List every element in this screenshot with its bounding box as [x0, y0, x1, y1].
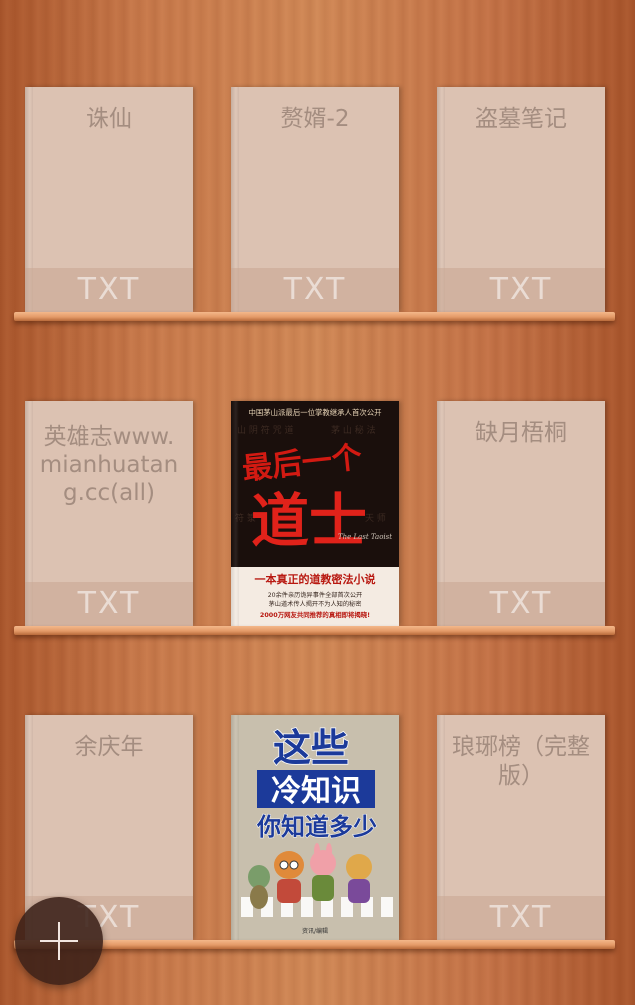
cover-line2: 冷知识	[271, 774, 361, 809]
shelf-board	[14, 312, 615, 321]
book-cover-leng-zhishi[interactable]: 这些 冷知识 你知道多少 资讯/编辑	[231, 715, 399, 940]
book-format-label: TXT	[437, 896, 605, 940]
book-cover-zuihou-yige-daoshi[interactable]: 山 阴 符 咒 道 茅 山 秘 法 符 箓 天 师 中国茅山派最后一位掌教继承人…	[231, 401, 399, 626]
cover-art: 这些 冷知识 你知道多少 资讯/编辑	[231, 715, 399, 940]
book-daomu-biji[interactable]: 盗墓笔记 TXT	[437, 87, 605, 312]
shelf-board	[14, 626, 615, 635]
book-format-label: TXT	[25, 582, 193, 626]
plus-icon	[40, 922, 78, 960]
book-format-label: TXT	[437, 582, 605, 626]
book-title: 缺月梧桐	[475, 420, 567, 446]
cover-banner: 一本真正的道教密法小说	[255, 572, 376, 586]
book-title: 英雄志www.mianhuatang.cc(all)	[39, 424, 179, 506]
svg-text:山 阴 符 咒 道: 山 阴 符 咒 道	[237, 424, 293, 436]
book-title: 诛仙	[86, 106, 132, 132]
svg-text:天 师: 天 师	[365, 512, 386, 524]
book-format-label: TXT	[231, 268, 399, 312]
book-title: 余庆年	[74, 734, 144, 760]
cover-blurb-1: 20余件亲历诡异事件全部首次公开	[268, 591, 363, 599]
book-title: 琅琊榜（完整版）	[452, 734, 590, 789]
book-yingxiongzhi[interactable]: 英雄志www.mianhuatang.cc(all) TXT	[25, 401, 193, 626]
cover-art: 山 阴 符 咒 道 茅 山 秘 法 符 箓 天 师 中国茅山派最后一位掌教继承人…	[231, 401, 399, 626]
cover-line1: 这些	[273, 726, 349, 770]
add-book-button[interactable]	[15, 897, 103, 985]
svg-text:茅 山 秘 法: 茅 山 秘 法	[331, 424, 376, 436]
cover-title-big: 道士	[251, 487, 367, 555]
shelf-board	[14, 940, 615, 949]
book-title: 赘婿-2	[280, 106, 350, 132]
book-queyue-wutong[interactable]: 缺月梧桐 TXT	[437, 401, 605, 626]
book-zhuixu-2[interactable]: 赘婿-2 TXT	[231, 87, 399, 312]
shelf-1: 诛仙 TXT 赘婿-2 TXT 盗墓笔记 TXT	[0, 87, 635, 327]
book-langya-bang[interactable]: 琅琊榜（完整版） TXT	[437, 715, 605, 940]
cover-publisher: 资讯/编辑	[302, 927, 328, 935]
book-format-label: TXT	[25, 268, 193, 312]
cover-line3: 你知道多少	[256, 813, 377, 841]
cover-blurb-2: 茅山道术传人揭开不为人知的秘密	[269, 600, 362, 608]
book-zhuxian[interactable]: 诛仙 TXT	[25, 87, 193, 312]
cover-tagline: 2000万网友共同推荐的真相即将揭晓!	[260, 610, 370, 619]
shelf-2: 英雄志www.mianhuatang.cc(all) TXT 山 阴 符 咒 道…	[0, 401, 635, 641]
cover-english: The Last Taoist	[338, 533, 392, 541]
book-format-label: TXT	[437, 268, 605, 312]
book-title: 盗墓笔记	[475, 106, 567, 132]
cover-top-text: 中国茅山派最后一位掌教继承人首次公开	[248, 408, 381, 417]
